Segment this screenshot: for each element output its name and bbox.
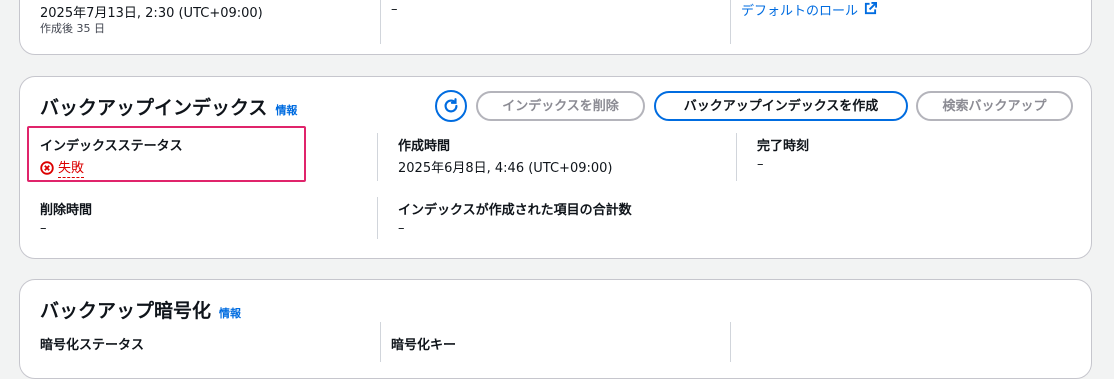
deleted-time-label: 削除時間 <box>40 203 93 218</box>
created-time-value: 2025年7月13日, 2:30 (UTC+09:00) <box>40 6 263 21</box>
index-status-highlight-box <box>27 126 306 182</box>
deleted-time-value: – <box>40 221 47 236</box>
encryption-status-label: 暗号化ステータス <box>40 338 145 353</box>
column-divider <box>730 322 731 362</box>
encryption-key-label: 暗号化キー <box>391 338 457 353</box>
delete-index-button[interactable]: インデックスを削除 <box>476 91 645 121</box>
column-divider <box>736 133 737 181</box>
create-backup-index-button[interactable]: バックアップインデックスを作成 <box>654 91 908 121</box>
backup-index-info-link[interactable]: 情報 <box>275 102 297 118</box>
default-role-link[interactable]: デフォルトのロール <box>741 0 878 19</box>
created-time-label: 作成時間 <box>398 139 451 154</box>
column-divider <box>380 322 381 362</box>
search-backup-button[interactable]: 検索バックアップ <box>916 91 1073 121</box>
middle-value: – <box>391 2 398 17</box>
completed-time-label: 完了時刻 <box>757 139 810 154</box>
total-items-label: インデックスが作成された項目の合計数 <box>398 203 632 218</box>
backup-index-header: バックアップインデックス 情報 <box>40 93 297 120</box>
column-divider <box>377 133 378 181</box>
column-divider <box>730 0 731 44</box>
backup-encryption-info-link[interactable]: 情報 <box>219 305 241 321</box>
total-items-value: – <box>398 221 405 236</box>
created-after-text: 作成後 35 日 <box>40 22 105 35</box>
default-role-link-label[interactable]: デフォルトのロール <box>741 0 858 19</box>
general-info-card: 2025年7月13日, 2:30 (UTC+09:00) 作成後 35 日 – … <box>19 0 1092 55</box>
completed-time-value: – <box>757 157 764 172</box>
column-divider <box>380 0 381 44</box>
external-link-icon <box>864 0 878 19</box>
created-time-value: 2025年6月8日, 4:46 (UTC+09:00) <box>398 161 613 176</box>
column-divider <box>377 197 378 239</box>
refresh-icon <box>444 98 458 113</box>
backup-encryption-header: バックアップ暗号化 情報 <box>40 296 241 323</box>
backup-encryption-title: バックアップ暗号化 <box>40 300 212 322</box>
backup-encryption-card: バックアップ暗号化 情報 暗号化ステータス 暗号化キー <box>19 279 1092 379</box>
refresh-button[interactable] <box>435 90 467 122</box>
backup-index-title: バックアップインデックス <box>40 97 268 119</box>
